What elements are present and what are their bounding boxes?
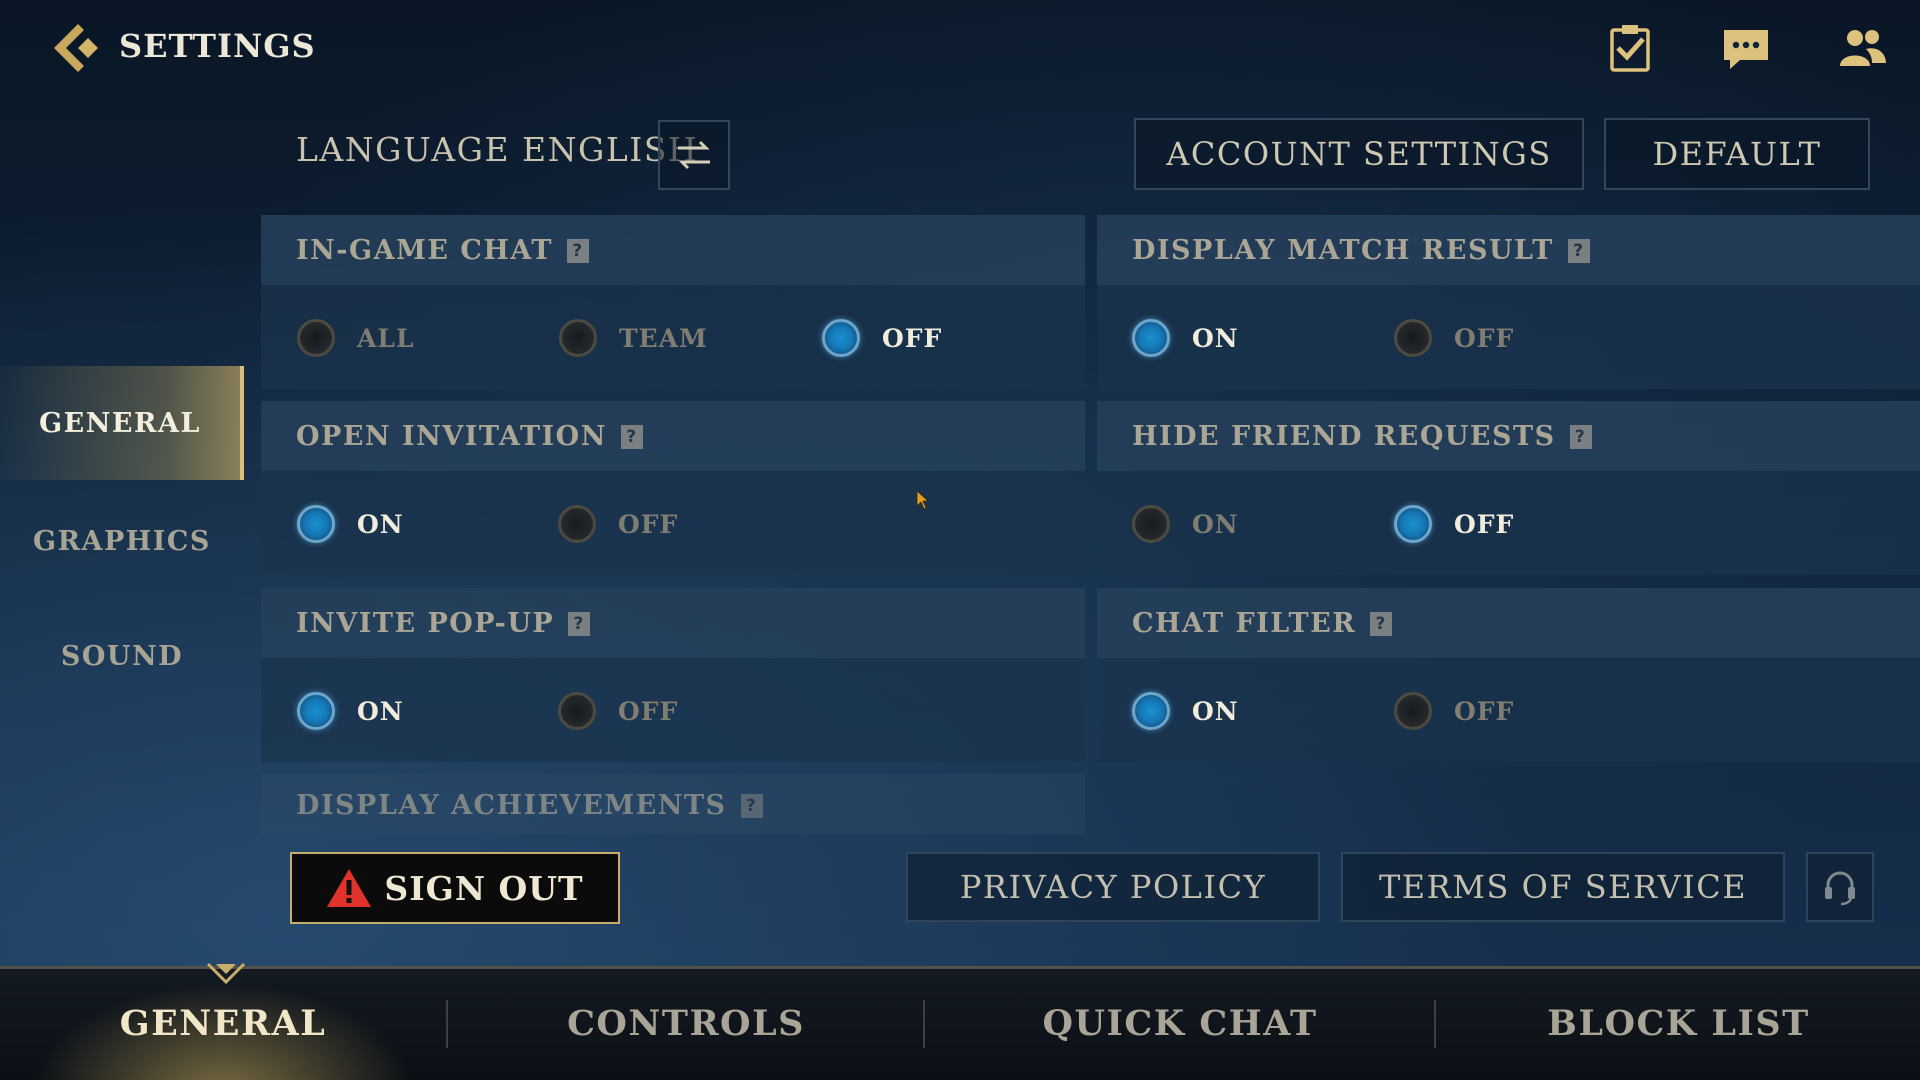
option-label: OFF — [1454, 696, 1515, 726]
option-label: ALL — [357, 323, 415, 353]
setting-title: IN-GAME CHAT ? — [296, 235, 589, 266]
setting-title-text: DISPLAY ACHIEVEMENTS — [296, 790, 727, 821]
page-title: SETTINGS — [119, 27, 316, 65]
chat-icon[interactable] — [1720, 22, 1772, 74]
option-label: ON — [357, 696, 404, 726]
radio-button[interactable] — [1394, 505, 1432, 543]
setting-title: CHAT FILTER ? — [1132, 608, 1393, 639]
swap-icon — [678, 140, 710, 170]
help-icon[interactable]: ? — [740, 793, 763, 818]
privacy-policy-button[interactable]: PRIVACY POLICY — [906, 852, 1320, 922]
help-icon[interactable]: ? — [620, 424, 643, 449]
radio-option-off[interactable]: OFF — [558, 505, 678, 543]
display-achievements-setting: DISPLAY ACHIEVEMENTS ? — [261, 774, 1085, 834]
account-settings-button[interactable]: ACCOUNT SETTINGS — [1134, 118, 1584, 190]
option-label: ON — [357, 509, 404, 539]
setting-title-text: HIDE FRIEND REQUESTS — [1132, 421, 1556, 452]
missions-icon[interactable] — [1604, 22, 1656, 74]
radio-button[interactable] — [297, 319, 335, 357]
option-label: OFF — [1454, 323, 1515, 353]
tab-divider — [1434, 1000, 1436, 1048]
setting-title-text: CHAT FILTER — [1132, 608, 1357, 639]
tab-divider — [923, 1000, 925, 1048]
radio-button[interactable] — [297, 505, 335, 543]
radio-button[interactable] — [1132, 505, 1170, 543]
radio-option-on[interactable]: ON — [297, 692, 404, 730]
option-label: OFF — [618, 509, 679, 539]
headset-icon — [1825, 871, 1855, 906]
sidebar-item-graphics[interactable]: GRAPHICS — [0, 484, 244, 598]
radio-option-on[interactable]: ON — [1132, 319, 1239, 357]
language-switch-button[interactable] — [658, 120, 730, 190]
tab-controls[interactable]: CONTROLS — [449, 966, 923, 1080]
setting-title: HIDE FRIEND REQUESTS ? — [1132, 421, 1592, 452]
warning-icon — [327, 869, 372, 907]
radio-button[interactable] — [822, 319, 860, 357]
invite-popup-setting: INVITE POP-UP ? ON OFF — [261, 588, 1085, 762]
sidebar-item-general[interactable]: GENERAL — [0, 366, 244, 480]
setting-title-text: OPEN INVITATION — [296, 421, 607, 452]
radio-option-all[interactable]: ALL — [297, 319, 415, 357]
radio-option-off[interactable]: OFF — [1394, 505, 1514, 543]
help-icon[interactable]: ? — [1370, 611, 1393, 636]
radio-option-off[interactable]: OFF — [822, 319, 942, 357]
option-label: TEAM — [619, 323, 708, 353]
radio-option-off[interactable]: OFF — [1394, 692, 1514, 730]
help-icon[interactable]: ? — [1567, 238, 1590, 263]
radio-option-team[interactable]: TEAM — [559, 319, 708, 357]
display-match-result-setting: DISPLAY MATCH RESULT ? ON OFF — [1097, 215, 1920, 389]
help-icon[interactable]: ? — [568, 611, 591, 636]
setting-title: OPEN INVITATION ? — [296, 421, 643, 452]
radio-option-off[interactable]: OFF — [1394, 319, 1514, 357]
radio-button[interactable] — [1132, 692, 1170, 730]
setting-title-text: IN-GAME CHAT — [296, 235, 553, 266]
radio-button[interactable] — [1394, 319, 1432, 357]
option-label: ON — [1192, 509, 1239, 539]
help-icon[interactable]: ? — [566, 238, 589, 263]
tab-block-list[interactable]: BLOCK LIST — [1437, 966, 1920, 1080]
hide-friend-requests-setting: HIDE FRIEND REQUESTS ? ON OFF — [1097, 401, 1920, 575]
chat-filter-setting: CHAT FILTER ? ON OFF — [1097, 588, 1920, 762]
help-icon[interactable]: ? — [1569, 424, 1592, 449]
radio-button[interactable] — [559, 319, 597, 357]
radio-button[interactable] — [297, 692, 335, 730]
radio-option-off[interactable]: OFF — [558, 692, 678, 730]
setting-title-text: INVITE POP-UP — [296, 608, 555, 639]
in-game-chat-setting: IN-GAME CHAT ? ALL TEAM OFF — [261, 215, 1085, 389]
radio-option-on[interactable]: ON — [1132, 505, 1239, 543]
sidebar-item-sound[interactable]: SOUND — [0, 599, 244, 713]
setting-title: DISPLAY MATCH RESULT ? — [1132, 235, 1590, 266]
radio-button[interactable] — [558, 692, 596, 730]
option-label: OFF — [1454, 509, 1515, 539]
tab-divider — [446, 1000, 448, 1048]
open-invitation-setting: OPEN INVITATION ? ON OFF — [261, 401, 1085, 575]
radio-option-on[interactable]: ON — [297, 505, 404, 543]
radio-button[interactable] — [1132, 319, 1170, 357]
friends-icon[interactable] — [1836, 22, 1888, 74]
option-label: OFF — [882, 323, 943, 353]
sign-out-label: SIGN OUT — [384, 868, 584, 908]
setting-title: DISPLAY ACHIEVEMENTS ? — [296, 790, 763, 821]
radio-button[interactable] — [1394, 692, 1432, 730]
setting-title-text: DISPLAY MATCH RESULT — [1132, 235, 1554, 266]
tab-quick-chat[interactable]: QUICK CHAT — [926, 966, 1434, 1080]
active-tab-chevron-icon — [206, 962, 246, 984]
sign-out-button[interactable]: SIGN OUT — [290, 852, 620, 924]
language-label: LANGUAGE ENGLISH — [296, 130, 699, 169]
option-label: ON — [1192, 696, 1239, 726]
back-icon[interactable] — [48, 20, 104, 76]
cursor-icon — [916, 490, 930, 510]
default-button[interactable]: DEFAULT — [1604, 118, 1870, 190]
terms-of-service-button[interactable]: TERMS OF SERVICE — [1341, 852, 1785, 922]
support-button[interactable] — [1806, 852, 1874, 922]
radio-button[interactable] — [558, 505, 596, 543]
setting-title: INVITE POP-UP ? — [296, 608, 591, 639]
option-label: OFF — [618, 696, 679, 726]
option-label: ON — [1192, 323, 1239, 353]
radio-option-on[interactable]: ON — [1132, 692, 1239, 730]
